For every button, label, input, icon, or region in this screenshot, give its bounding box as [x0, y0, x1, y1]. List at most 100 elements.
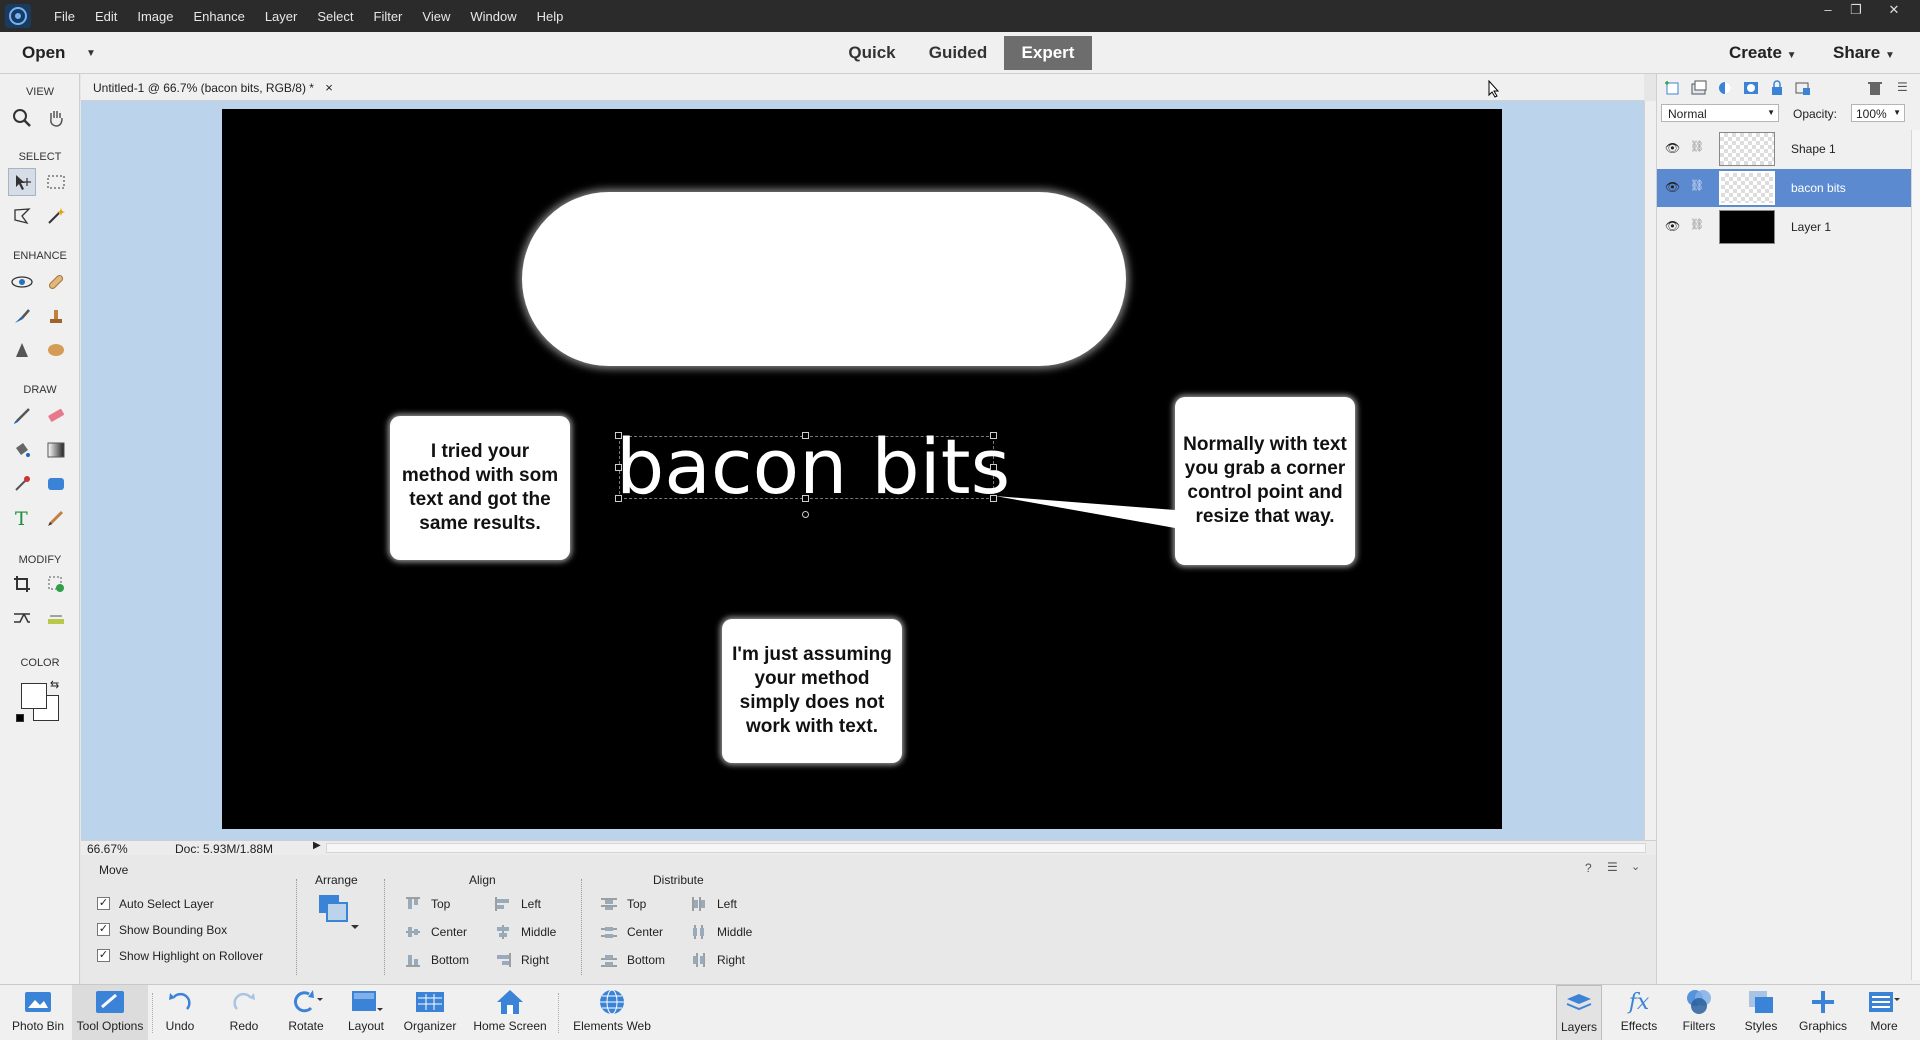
- align-middle-button[interactable]: Middle: [495, 925, 556, 939]
- horizontal-scrollbar[interactable]: [326, 843, 1646, 853]
- layer-row-layer-1[interactable]: 👁 ⛓ Layer 1: [1657, 208, 1911, 246]
- share-button[interactable]: Share ▼: [1833, 43, 1895, 63]
- tool-options-button[interactable]: Tool Options: [72, 985, 148, 1040]
- headline-text[interactable]: bacon bits: [616, 429, 1010, 505]
- align-bottom-button[interactable]: Bottom: [405, 953, 469, 967]
- close-window-button[interactable]: ✕: [1880, 0, 1908, 20]
- minimize-button[interactable]: –: [1814, 0, 1842, 20]
- new-group-icon[interactable]: [1691, 80, 1709, 96]
- restore-button[interactable]: ❐: [1842, 0, 1870, 20]
- marquee-tool-icon[interactable]: [42, 168, 70, 196]
- layer-name[interactable]: Shape 1: [1791, 142, 1836, 156]
- transform-handle-bottom[interactable]: [802, 495, 809, 502]
- distribute-right-button[interactable]: Right: [691, 953, 745, 967]
- organizer-button[interactable]: Organizer: [400, 985, 460, 1040]
- options-menu-icon[interactable]: ☰: [1607, 860, 1618, 874]
- zoom-tool-icon[interactable]: [8, 104, 36, 132]
- close-document-icon[interactable]: ×: [325, 80, 333, 95]
- rotate-button[interactable]: Rotate: [282, 985, 330, 1040]
- transform-handle-top-left[interactable]: [615, 432, 622, 439]
- blend-mode-select[interactable]: Normal ▼: [1661, 104, 1779, 122]
- image-canvas[interactable]: I tried your method with som text and go…: [222, 109, 1502, 829]
- straighten-tool-icon[interactable]: [42, 604, 70, 632]
- undo-button[interactable]: Undo: [160, 985, 200, 1040]
- layer-mask-icon[interactable]: [1743, 80, 1761, 96]
- lock-transparent-icon[interactable]: [1795, 80, 1813, 96]
- recompose-tool-icon[interactable]: [42, 570, 70, 598]
- align-left-button[interactable]: Left: [495, 897, 541, 911]
- lock-all-icon[interactable]: [1769, 80, 1787, 96]
- open-dropdown-icon[interactable]: ▼: [86, 48, 96, 59]
- home-screen-button[interactable]: Home Screen: [470, 985, 550, 1040]
- new-layer-icon[interactable]: [1665, 80, 1683, 96]
- lasso-tool-icon[interactable]: [8, 202, 36, 230]
- spot-healing-tool-icon[interactable]: [42, 268, 70, 296]
- graphics-button[interactable]: Graphics: [1798, 985, 1848, 1040]
- gradient-tool-icon[interactable]: [42, 436, 70, 464]
- menu-view[interactable]: View: [412, 0, 460, 32]
- paint-bucket-tool-icon[interactable]: [8, 436, 36, 464]
- brush-tool-icon[interactable]: [8, 402, 36, 430]
- align-right-button[interactable]: Right: [495, 953, 549, 967]
- distribute-top-button[interactable]: Top: [601, 897, 646, 911]
- distribute-left-button[interactable]: Left: [691, 897, 737, 911]
- menu-window[interactable]: Window: [460, 0, 526, 32]
- pencil-tool-icon[interactable]: [42, 504, 70, 532]
- layers-scrollbar[interactable]: [1911, 130, 1920, 980]
- arrange-button[interactable]: [317, 893, 361, 933]
- layout-button[interactable]: Layout: [342, 985, 390, 1040]
- distribute-center-button[interactable]: Center: [601, 925, 663, 939]
- visibility-eye-icon[interactable]: 👁: [1665, 141, 1680, 155]
- layer-name[interactable]: bacon bits: [1791, 181, 1846, 195]
- auto-select-layer-checkbox[interactable]: ✓: [97, 897, 110, 910]
- tab-expert[interactable]: Expert: [1004, 36, 1092, 70]
- vertical-scrollbar[interactable]: [1644, 101, 1656, 840]
- filters-button[interactable]: Filters: [1676, 985, 1722, 1040]
- tab-guided[interactable]: Guided: [920, 36, 996, 70]
- sponge-tool-icon[interactable]: [42, 336, 70, 364]
- menu-enhance[interactable]: Enhance: [184, 0, 255, 32]
- layer-row-bacon-bits[interactable]: 👁 ⛓ bacon bits: [1657, 169, 1911, 207]
- clone-stamp-tool-icon[interactable]: [42, 302, 70, 330]
- align-top-button[interactable]: Top: [405, 897, 450, 911]
- photo-bin-button[interactable]: Photo Bin: [8, 985, 68, 1040]
- red-eye-tool-icon[interactable]: [8, 268, 36, 296]
- transform-handle-bottom-right[interactable]: [990, 495, 997, 502]
- transform-handle-top-right[interactable]: [990, 432, 997, 439]
- move-tool-icon[interactable]: [8, 168, 36, 196]
- redo-button[interactable]: Redo: [224, 985, 264, 1040]
- swap-colors-icon[interactable]: ⇆: [50, 678, 59, 691]
- shape-tool-icon[interactable]: [42, 470, 70, 498]
- tab-quick[interactable]: Quick: [836, 36, 908, 70]
- menu-image[interactable]: Image: [127, 0, 183, 32]
- blur-tool-icon[interactable]: [8, 336, 36, 364]
- document-tab[interactable]: Untitled-1 @ 66.7% (bacon bits, RGB/8) *…: [93, 80, 333, 95]
- rounded-rectangle-shape[interactable]: [522, 192, 1126, 366]
- visibility-eye-icon[interactable]: 👁: [1665, 219, 1680, 233]
- layer-name[interactable]: Layer 1: [1791, 220, 1831, 234]
- transform-handle-right[interactable]: [990, 464, 997, 471]
- transform-handle-left[interactable]: [615, 464, 622, 471]
- zoom-level[interactable]: 66.67%: [87, 842, 128, 856]
- smart-brush-tool-icon[interactable]: [8, 302, 36, 330]
- eraser-tool-icon[interactable]: [42, 402, 70, 430]
- foreground-color-swatch[interactable]: [21, 683, 47, 709]
- visibility-eye-icon[interactable]: 👁: [1665, 180, 1680, 194]
- adjustment-layer-icon[interactable]: [1717, 80, 1735, 96]
- default-colors-icon[interactable]: [16, 714, 24, 722]
- magic-wand-tool-icon[interactable]: [42, 202, 70, 230]
- delete-layer-icon[interactable]: [1867, 80, 1883, 96]
- rotate-handle[interactable]: [802, 511, 809, 518]
- more-button[interactable]: More: [1862, 985, 1906, 1040]
- status-menu-arrow-icon[interactable]: ▶: [313, 840, 321, 851]
- menu-select[interactable]: Select: [307, 0, 363, 32]
- menu-edit[interactable]: Edit: [85, 0, 127, 32]
- open-button[interactable]: Open: [22, 43, 65, 63]
- crop-tool-icon[interactable]: [8, 570, 36, 598]
- help-icon[interactable]: ?: [1585, 861, 1592, 875]
- show-highlight-checkbox[interactable]: ✓: [97, 949, 110, 962]
- styles-button[interactable]: Styles: [1738, 985, 1784, 1040]
- content-aware-move-tool-icon[interactable]: [8, 604, 36, 632]
- show-bounding-box-checkbox[interactable]: ✓: [97, 923, 110, 936]
- opacity-field[interactable]: 100% ▼: [1851, 104, 1905, 122]
